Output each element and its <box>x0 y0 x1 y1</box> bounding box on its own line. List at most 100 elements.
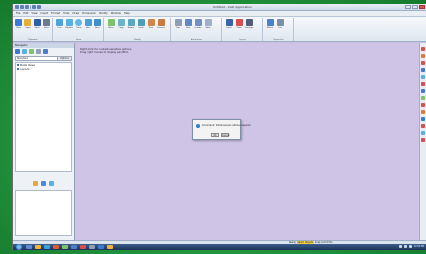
ribbon-button-linetype[interactable]: Linetype <box>245 19 253 29</box>
close-button[interactable] <box>419 5 425 9</box>
separator <box>30 5 31 9</box>
ribbon-button-list[interactable]: List <box>276 19 284 29</box>
browser-icon[interactable] <box>44 245 50 249</box>
ribbon-button-layer[interactable]: Layer <box>225 19 233 29</box>
flag-icon[interactable] <box>408 245 412 248</box>
open-icon[interactable] <box>20 5 24 9</box>
title-bar: Untitled - CAD Application <box>13 4 426 11</box>
drawing-canvas[interactable]: Right-click for context-sensitive option… <box>75 43 420 240</box>
minimize-button[interactable] <box>405 5 411 9</box>
ribbon-button-color[interactable]: Color <box>235 19 243 29</box>
save-icon[interactable] <box>25 5 29 9</box>
app-icon[interactable] <box>89 245 95 249</box>
camera-icon[interactable] <box>421 124 425 128</box>
ortho-icon[interactable] <box>421 61 425 65</box>
cancel-button[interactable]: Cancel <box>221 133 229 137</box>
ribbon-group-layers: Layer Color Linetype Layers <box>223 18 263 41</box>
view-selector[interactable]: Standard Options <box>15 56 72 61</box>
folder-icon[interactable] <box>35 245 41 249</box>
menu-item-tools[interactable]: Tools <box>63 12 69 15</box>
ok-button[interactable]: OK <box>211 133 219 137</box>
menu-item-edit[interactable]: Edit <box>23 12 28 15</box>
polyline-icon <box>65 19 73 26</box>
menu-item-file[interactable]: File <box>16 12 20 15</box>
snap-icon[interactable] <box>421 47 425 51</box>
ribbon-button-rotate[interactable]: Rotate <box>127 19 135 29</box>
options-button[interactable]: Options <box>57 57 71 60</box>
arrow-icon[interactable] <box>41 181 46 186</box>
ribbon-button-trim[interactable]: Trim <box>147 19 155 29</box>
window-title: Untitled - CAD Application <box>213 5 253 9</box>
app-icon[interactable] <box>80 245 86 249</box>
app-icon[interactable] <box>98 245 104 249</box>
ribbon-button-copy[interactable]: Copy <box>117 19 125 29</box>
navigator-tree: Model Views Layouts <box>15 62 72 172</box>
render-icon[interactable] <box>421 110 425 114</box>
menu-item-window[interactable]: Window <box>111 12 121 15</box>
ribbon-button-scale[interactable]: Scale <box>137 19 145 29</box>
new-icon[interactable] <box>15 5 19 9</box>
menu-item-modify[interactable]: Modify <box>99 12 108 15</box>
measure-icon[interactable] <box>421 82 425 86</box>
arc-icon <box>84 19 92 26</box>
view-cube-icon[interactable] <box>421 96 425 100</box>
refresh-icon[interactable] <box>15 49 20 54</box>
menu-item-dimension[interactable]: Dimension <box>82 12 96 15</box>
orbit-icon[interactable] <box>421 89 425 93</box>
fly-icon[interactable] <box>421 138 425 142</box>
ribbon-button-line[interactable]: Line <box>56 19 64 29</box>
message-dialog: i Command: Dimensional outline required … <box>192 119 250 140</box>
undo-icon[interactable] <box>32 5 36 9</box>
network-icon[interactable] <box>398 245 402 248</box>
ribbon-button-move[interactable]: Move <box>107 19 115 29</box>
ribbon-button-leader[interactable]: Leader <box>194 19 202 29</box>
ribbon-button-open[interactable]: Open <box>24 19 32 29</box>
cad-app-icon[interactable] <box>71 245 77 249</box>
filter-icon[interactable] <box>22 49 27 54</box>
ribbon-button-table[interactable]: Table <box>204 19 212 29</box>
ribbon-button-circle[interactable]: Circle <box>75 19 83 29</box>
folder-icon <box>17 68 19 70</box>
maximize-button[interactable] <box>412 5 418 9</box>
menu-item-draw[interactable]: Draw <box>73 12 80 15</box>
redo-icon[interactable] <box>37 5 41 9</box>
ribbon-button-new[interactable]: New <box>15 19 23 29</box>
tree-item[interactable]: Layouts <box>17 68 70 72</box>
color-icon <box>235 19 243 26</box>
light-icon[interactable] <box>421 117 425 121</box>
quick-access-toolbar <box>15 5 41 9</box>
ribbon-button-save[interactable]: Save <box>33 19 41 29</box>
walk-icon[interactable] <box>421 131 425 135</box>
menu-item-format[interactable]: Format <box>51 12 60 15</box>
ribbon-button-text[interactable]: Text <box>174 19 182 29</box>
dialog-buttons: OK Cancel <box>211 133 229 137</box>
menu-item-insert[interactable]: Insert <box>41 12 48 15</box>
add-icon[interactable] <box>29 49 34 54</box>
section-icon[interactable] <box>421 103 425 107</box>
ribbon-button-match[interactable]: Match <box>266 19 274 29</box>
ribbon-button-extend[interactable]: Extend <box>157 19 165 29</box>
ribbon-button-print[interactable]: Print <box>42 19 50 29</box>
menu-item-view[interactable]: View <box>31 12 37 15</box>
app-icon[interactable] <box>62 245 68 249</box>
media-icon[interactable] <box>53 245 59 249</box>
ribbon-button-arc[interactable]: Arc <box>84 19 92 29</box>
settings-icon[interactable] <box>36 49 41 54</box>
save-icon <box>33 19 41 26</box>
star-icon[interactable] <box>33 181 38 186</box>
explorer-icon[interactable] <box>26 245 32 249</box>
menu-item-help[interactable]: Help <box>124 12 130 15</box>
start-button[interactable] <box>16 244 22 250</box>
app-icon[interactable] <box>107 245 113 249</box>
volume-icon[interactable] <box>403 245 407 248</box>
view-icon[interactable] <box>43 49 48 54</box>
pan-icon[interactable] <box>421 75 425 79</box>
layers-icon[interactable] <box>49 181 54 186</box>
zoom-icon[interactable] <box>421 68 425 72</box>
ribbon-button-rect[interactable]: Rect <box>93 19 101 29</box>
layer-icon <box>225 19 233 26</box>
ribbon-button-dim[interactable]: Dim <box>184 19 192 29</box>
clock[interactable]: 12:00 PM <box>414 245 424 248</box>
ribbon-button-polyline[interactable]: Polyline <box>65 19 73 29</box>
grid-icon[interactable] <box>421 54 425 58</box>
